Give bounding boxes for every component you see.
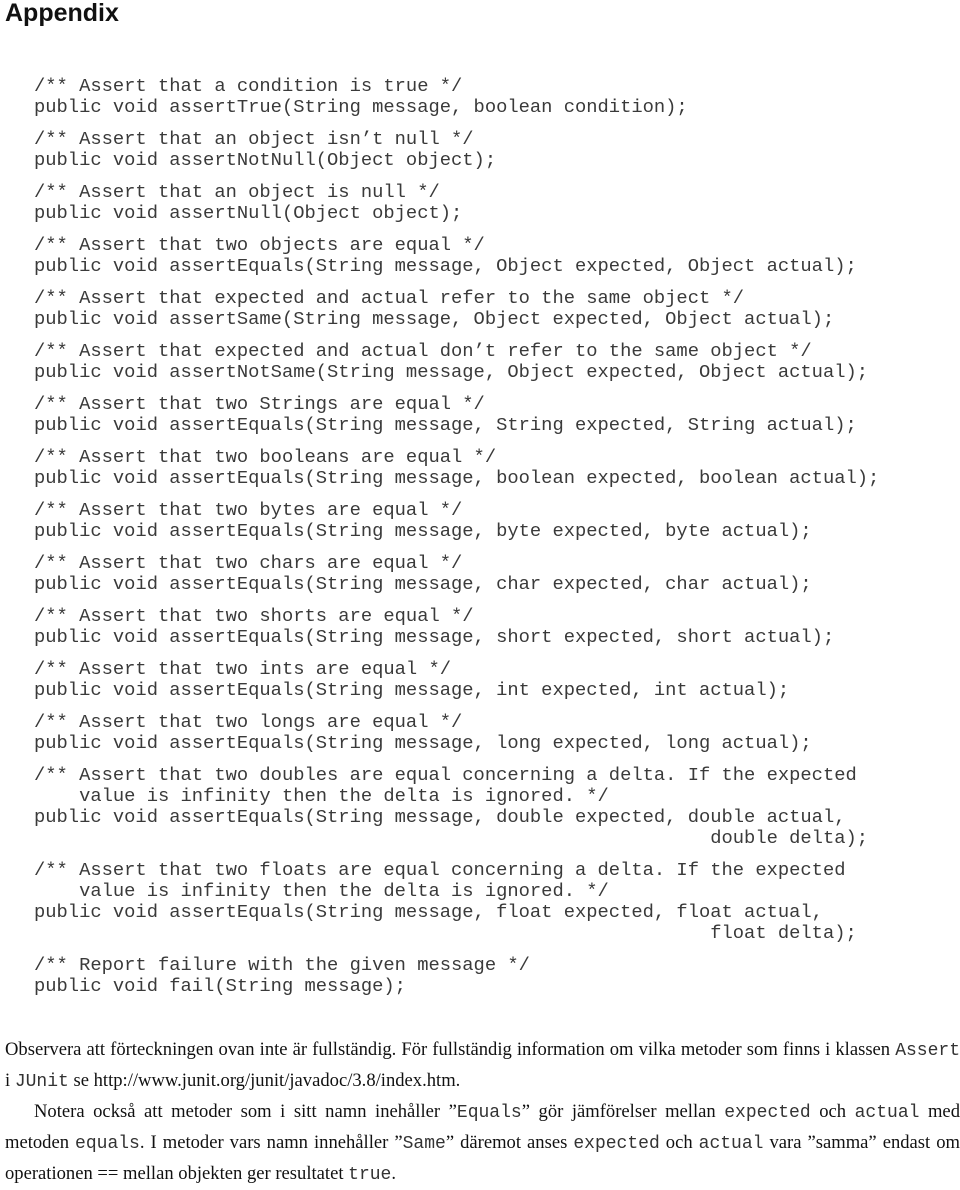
- method-signature: public void assertEquals(String message,…: [34, 806, 846, 828]
- inline-code: Same: [402, 1134, 446, 1154]
- paragraph: Observera att förteckningen ovan inte är…: [5, 1035, 960, 1097]
- text-span: se http://www.junit.org/junit/javadoc/3.…: [68, 1070, 461, 1091]
- method-entry: /** Assert that two bytes are equal */pu…: [34, 500, 879, 542]
- method-signature: public void assertEquals(String message,…: [34, 414, 857, 436]
- inline-code: expected: [573, 1134, 660, 1154]
- method-comment: /** Assert that two doubles are equal co…: [34, 764, 857, 786]
- method-entry: /** Assert that two doubles are equal co…: [34, 765, 879, 849]
- method-comment: /** Assert that two ints are equal */: [34, 658, 452, 680]
- method-entry: /** Assert that two longs are equal */pu…: [34, 712, 879, 754]
- text-span: ” däremot anses: [445, 1132, 574, 1153]
- method-signature: float delta);: [34, 922, 857, 944]
- method-signature: public void assertEquals(String message,…: [34, 255, 857, 277]
- text-span: Notera också att metoder som i sitt namn…: [34, 1101, 457, 1122]
- method-comment: /** Assert that two floats are equal con…: [34, 859, 846, 881]
- method-signature: public void assertTrue(String message, b…: [34, 96, 688, 118]
- method-comment: /** Assert that two shorts are equal */: [34, 605, 474, 627]
- method-entry: /** Assert that two shorts are equal */p…: [34, 606, 879, 648]
- inline-code: expected: [724, 1103, 811, 1123]
- text-span: och: [810, 1101, 855, 1122]
- method-entry: /** Assert that two chars are equal */pu…: [34, 553, 879, 595]
- method-signature: public void assertEquals(String message,…: [34, 626, 835, 648]
- page-title: Appendix: [5, 0, 119, 27]
- method-signature: public void assertEquals(String message,…: [34, 520, 812, 542]
- inline-code: JUnit: [14, 1072, 69, 1092]
- method-entry: /** Report failure with the given messag…: [34, 955, 879, 997]
- method-signature: double delta);: [34, 827, 869, 849]
- method-comment: /** Assert that two objects are equal */: [34, 234, 485, 256]
- method-comment: /** Assert that expected and actual refe…: [34, 287, 745, 309]
- method-entry: /** Assert that two Strings are equal */…: [34, 394, 879, 436]
- method-comment: /** Assert that two Strings are equal */: [34, 393, 485, 415]
- method-signature: public void assertNotNull(Object object)…: [34, 149, 497, 171]
- inline-code: Assert: [895, 1041, 960, 1061]
- method-comment: /** Assert that expected and actual don’…: [34, 340, 812, 362]
- method-comment: value is infinity then the delta is igno…: [34, 880, 609, 902]
- method-entry: /** Assert that expected and actual refe…: [34, 288, 879, 330]
- method-entry: /** Assert that an object is null */publ…: [34, 182, 879, 224]
- method-comment: /** Assert that a condition is true */: [34, 75, 463, 97]
- method-comment: /** Assert that two booleans are equal *…: [34, 446, 497, 468]
- method-entry: /** Assert that two floats are equal con…: [34, 860, 879, 944]
- method-signature: public void assertNotSame(String message…: [34, 361, 869, 383]
- inline-code: actual: [854, 1103, 920, 1123]
- method-signature: public void assertEquals(String message,…: [34, 679, 790, 701]
- method-comment: /** Assert that an object is null */: [34, 181, 440, 203]
- inline-code: true: [348, 1165, 392, 1185]
- text-span: .: [391, 1163, 397, 1184]
- method-signature: public void assertEquals(String message,…: [34, 467, 880, 489]
- method-comment: value is infinity then the delta is igno…: [34, 785, 609, 807]
- method-entry: /** Assert that an object isn’t null */p…: [34, 129, 879, 171]
- method-entry: /** Assert that a condition is true */pu…: [34, 76, 879, 118]
- method-entry: /** Assert that two ints are equal */pub…: [34, 659, 879, 701]
- method-comment: /** Report failure with the given messag…: [34, 954, 530, 976]
- method-entry: /** Assert that two booleans are equal *…: [34, 447, 879, 489]
- method-comment: /** Assert that two longs are equal */: [34, 711, 463, 733]
- method-comment: /** Assert that two chars are equal */: [34, 552, 463, 574]
- method-signature: public void assertSame(String message, O…: [34, 308, 835, 330]
- method-signature: public void assertEquals(String message,…: [34, 573, 812, 595]
- method-comment: /** Assert that an object isn’t null */: [34, 128, 474, 150]
- method-entry: /** Assert that two objects are equal */…: [34, 235, 879, 277]
- code-listing: /** Assert that a condition is true */pu…: [34, 76, 879, 1008]
- text-span: och: [659, 1132, 699, 1153]
- method-entry: /** Assert that expected and actual don’…: [34, 341, 879, 383]
- method-signature: public void assertEquals(String message,…: [34, 732, 812, 754]
- text-span: i: [5, 1070, 15, 1091]
- method-signature: public void assertNull(Object object);: [34, 202, 463, 224]
- paragraph: Notera också att metoder som i sitt namn…: [5, 1097, 960, 1190]
- inline-code: equals: [75, 1134, 140, 1154]
- inline-code: Equals: [456, 1103, 522, 1123]
- method-signature: public void assertEquals(String message,…: [34, 901, 823, 923]
- method-comment: /** Assert that two bytes are equal */: [34, 499, 463, 521]
- explanation-text: Observera att förteckningen ovan inte är…: [5, 1035, 960, 1190]
- text-span: . I metoder vars namn innehåller ”: [139, 1132, 403, 1153]
- text-span: Observera att förteckningen ovan inte är…: [5, 1039, 896, 1060]
- method-signature: public void fail(String message);: [34, 975, 406, 997]
- text-span: ” gör jämförelser mellan: [521, 1101, 725, 1122]
- inline-code: actual: [698, 1134, 764, 1154]
